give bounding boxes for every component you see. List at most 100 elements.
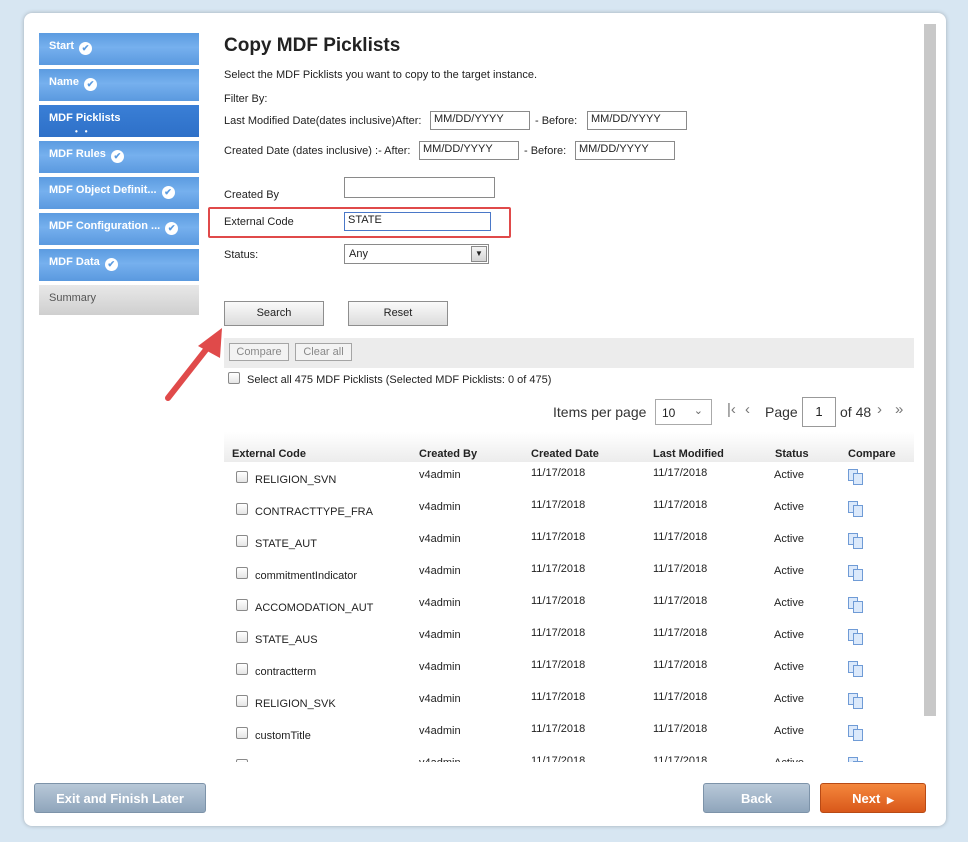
step-mdf-object-definitions[interactable]: MDF Object Definit... ✔ (39, 177, 199, 209)
row-checkbox[interactable] (236, 503, 248, 515)
cell-status: Active (774, 597, 804, 609)
compare-icon[interactable] (848, 501, 864, 517)
cell-status: Active (774, 501, 804, 513)
table-row[interactable]: ACCOMODATION_AUT v4admin 11/17/2018 11/17/2… (224, 592, 914, 624)
vertical-scrollbar[interactable] (924, 24, 936, 716)
check-icon: ✔ (110, 150, 124, 163)
wizard-steps: Start ✔ Name ✔ MDF Picklists •• MDF Rules ✔ … (39, 33, 199, 319)
clear-all-button[interactable]: Clear all (295, 343, 352, 361)
compare-icon[interactable] (848, 725, 864, 741)
status-select-value: Any (349, 248, 368, 260)
compare-icon[interactable] (848, 661, 864, 677)
items-per-page-label: Items per page (553, 404, 647, 420)
check-icon: ✔ (83, 78, 97, 91)
page-label: Page (765, 404, 798, 420)
step-summary[interactable]: Summary (39, 285, 199, 315)
step-name[interactable]: Name ✔ (39, 69, 199, 101)
page-count: of 48 (840, 404, 872, 420)
column-header-status[interactable]: Status (775, 448, 809, 460)
step-mdf-data[interactable]: MDF Data ✔ (39, 249, 199, 281)
column-header-external-code[interactable]: External Code (232, 448, 306, 460)
created-before-input[interactable]: MM/DD/YYYY (575, 141, 675, 160)
cell-last-modified: 11/17/2018 (653, 563, 708, 575)
row-checkbox[interactable] (236, 695, 248, 707)
table-row[interactable]: RELIGION_SVN v4admin 11/17/2018 11/17/2018 A… (224, 464, 914, 496)
first-page-icon[interactable]: |‹ (727, 401, 736, 418)
next-button[interactable]: Next ▶ (820, 783, 926, 813)
search-button[interactable]: Search (224, 301, 324, 326)
last-modified-before-input[interactable]: MM/DD/YYYY (587, 111, 687, 130)
step-start[interactable]: Start ✔ (39, 33, 199, 65)
step-label: MDF Object Definit... (49, 184, 157, 196)
table-row[interactable]: v4admin 11/17/2018 11/17/2018 Active (224, 752, 914, 762)
reset-button[interactable]: Reset (348, 301, 448, 326)
cell-created-date: 11/17/2018 (531, 467, 586, 479)
step-label: MDF Data (49, 256, 100, 268)
cell-created-date: 11/17/2018 (531, 595, 586, 607)
created-by-input[interactable] (344, 177, 495, 198)
compare-icon[interactable] (848, 693, 864, 709)
row-checkbox[interactable] (236, 759, 248, 762)
last-modified-after-input[interactable]: MM/DD/YYYY (430, 111, 530, 130)
step-mdf-picklists[interactable]: MDF Picklists •• (39, 105, 199, 137)
compare-icon[interactable] (848, 629, 864, 645)
prev-page-icon[interactable]: ‹ (745, 401, 750, 418)
cell-created-by: v4admin (419, 629, 461, 641)
compare-icon[interactable] (848, 597, 864, 613)
step-mdf-configuration[interactable]: MDF Configuration ... ✔ (39, 213, 199, 245)
row-checkbox[interactable] (236, 567, 248, 579)
row-checkbox[interactable] (236, 631, 248, 643)
cell-last-modified: 11/17/2018 (653, 531, 708, 543)
step-label: Start (49, 40, 75, 52)
status-select[interactable]: Any ▼ (344, 244, 489, 264)
column-header-created-by[interactable]: Created By (419, 448, 477, 460)
cell-created-by: v4admin (419, 693, 461, 705)
page-title: Copy MDF Picklists (224, 35, 401, 56)
compare-icon[interactable] (848, 469, 864, 485)
chevron-down-icon: ⌄ (693, 405, 703, 417)
table-row[interactable]: contractterm v4admin 11/17/2018 11/17/2018 A… (224, 656, 914, 688)
annotation-arrow-icon (165, 328, 222, 401)
select-all-checkbox[interactable] (228, 372, 240, 384)
items-per-page-select[interactable]: 10 ⌄ (655, 399, 712, 425)
column-header-last-modified[interactable]: Last Modified (653, 448, 724, 460)
row-checkbox[interactable] (236, 471, 248, 483)
column-header-created-date[interactable]: Created Date (531, 448, 599, 460)
compare-button[interactable]: Compare (229, 343, 289, 361)
items-per-page-value: 10 (662, 406, 676, 420)
cell-status: Active (774, 469, 804, 481)
back-button[interactable]: Back (703, 783, 810, 813)
exit-finish-later-button[interactable]: Exit and Finish Later (34, 783, 206, 813)
compare-icon[interactable] (848, 533, 864, 549)
cell-created-date: 11/17/2018 (531, 723, 586, 735)
table-body: RELIGION_SVN v4admin 11/17/2018 11/17/2018 A… (224, 464, 914, 762)
compare-icon[interactable] (848, 757, 864, 762)
page-number-input[interactable]: 1 (802, 397, 836, 427)
check-icon: ✔ (161, 186, 175, 199)
table-row[interactable]: customTitle v4admin 11/17/2018 11/17/2018 Ac… (224, 720, 914, 752)
table-row[interactable]: RELIGION_SVK v4admin 11/17/2018 11/17/2018 A… (224, 688, 914, 720)
cell-created-date: 11/17/2018 (531, 755, 586, 762)
next-page-icon[interactable]: › (877, 401, 882, 418)
row-checkbox[interactable] (236, 727, 248, 739)
step-mdf-rules[interactable]: MDF Rules ✔ (39, 141, 199, 173)
page-subtitle: Select the MDF Picklists you want to cop… (224, 69, 538, 81)
compare-icon[interactable] (848, 565, 864, 581)
external-code-label: External Code (224, 216, 294, 228)
last-page-icon[interactable]: » (895, 401, 903, 418)
step-label: Summary (49, 292, 97, 304)
cell-created-by: v4admin (419, 501, 461, 513)
created-after-input[interactable]: MM/DD/YYYY (419, 141, 519, 160)
cell-status: Active (774, 533, 804, 545)
table-row[interactable]: commitmentIndicator v4admin 11/17/2018 11/1… (224, 560, 914, 592)
table-row[interactable]: CONTRACTTYPE_FRA v4admin 11/17/2018 11/17/2… (224, 496, 914, 528)
table-row[interactable]: STATE_AUT v4admin 11/17/2018 11/17/2018 Acti… (224, 528, 914, 560)
cell-last-modified: 11/17/2018 (653, 723, 708, 735)
external-code-input[interactable]: STATE (344, 212, 491, 231)
row-checkbox[interactable] (236, 535, 248, 547)
play-arrow-icon: ▶ (886, 795, 894, 805)
filter-by-label: Filter By: (224, 93, 268, 105)
table-row[interactable]: STATE_AUS v4admin 11/17/2018 11/17/2018 Acti… (224, 624, 914, 656)
row-checkbox[interactable] (236, 599, 248, 611)
row-checkbox[interactable] (236, 663, 248, 675)
